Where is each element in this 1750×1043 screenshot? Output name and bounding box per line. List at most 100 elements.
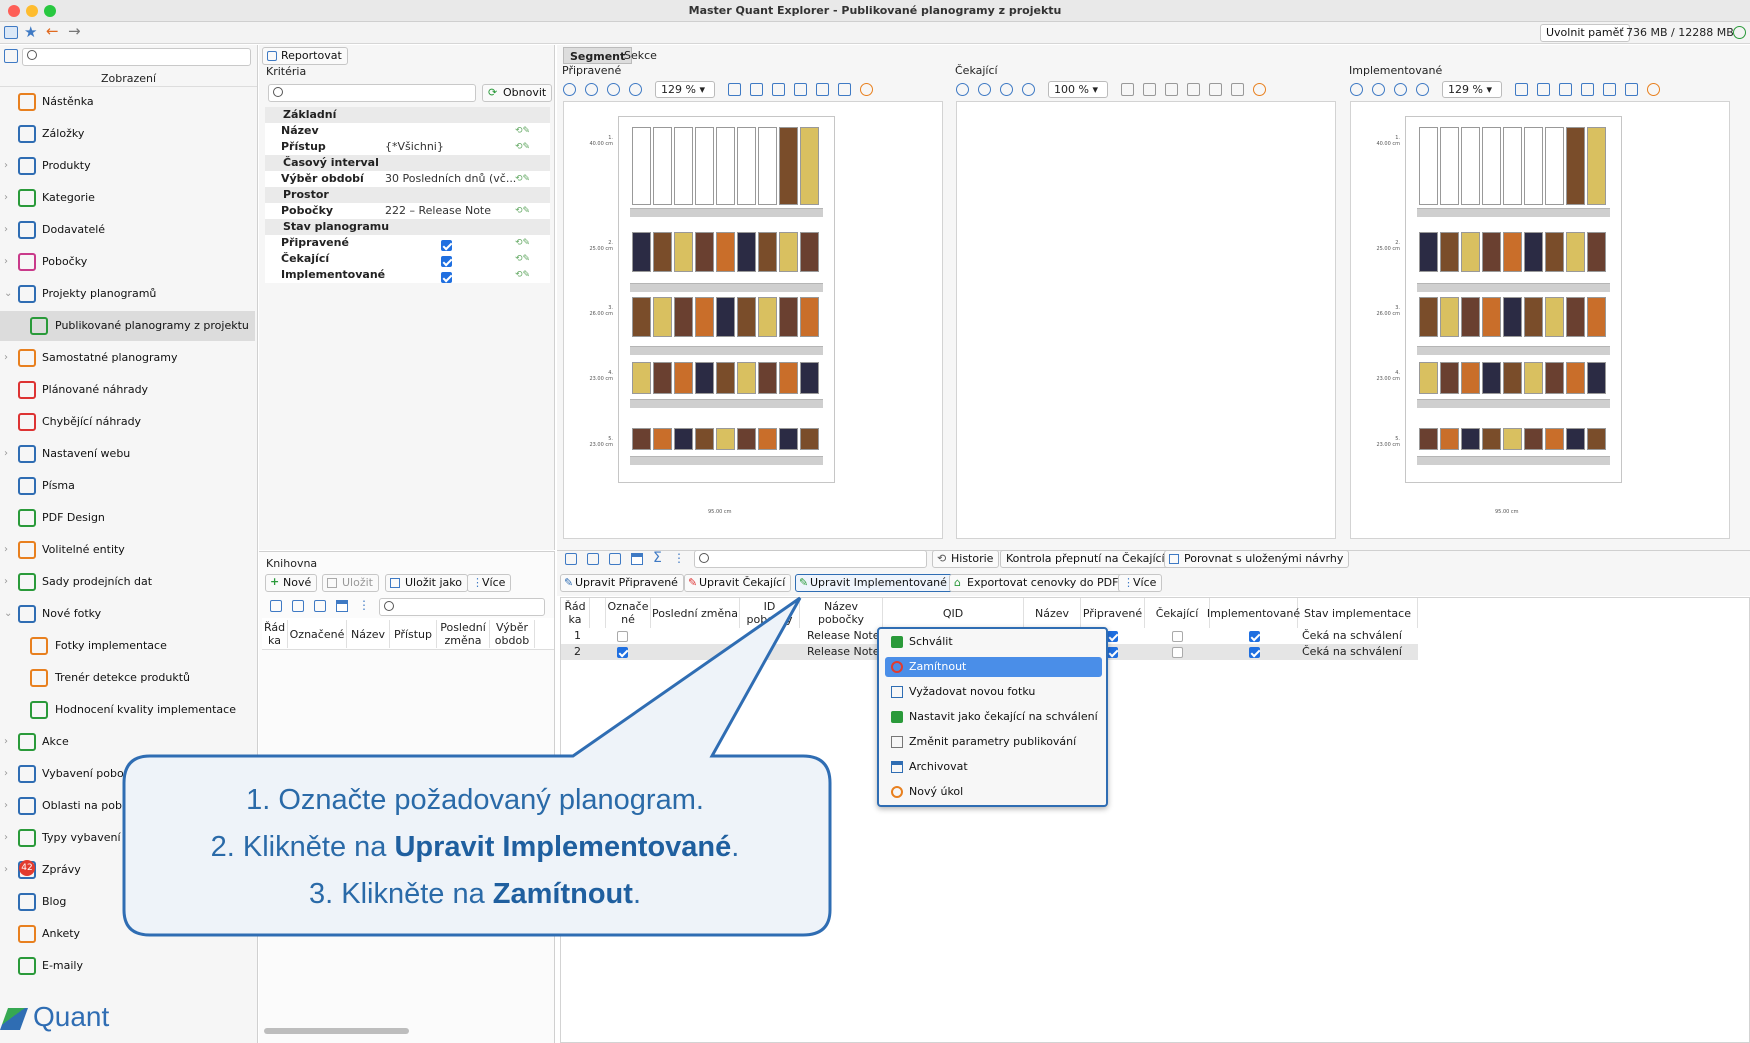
reset-icon[interactable]: ⟲✎ xyxy=(515,267,530,283)
row-implemented-checkbox[interactable] xyxy=(1249,647,1260,658)
row-prepared-checkbox[interactable] xyxy=(1107,647,1118,658)
sidebar-toggle-icon[interactable] xyxy=(4,26,18,39)
chevron-right-icon[interactable]: › xyxy=(4,759,8,789)
sidebar-item-missing[interactable]: Chybějící náhrady xyxy=(0,407,255,437)
table-column-header[interactable]: QID xyxy=(883,598,1024,628)
sum-icon[interactable]: Σ xyxy=(653,550,662,566)
print-icon[interactable] xyxy=(1603,83,1616,96)
chevron-right-icon[interactable]: › xyxy=(4,791,8,821)
sidebar-item-planned[interactable]: Plánované náhrady xyxy=(0,375,255,405)
inspect-icon[interactable] xyxy=(1121,83,1134,96)
fit-page-icon[interactable] xyxy=(629,83,642,96)
chevron-right-icon[interactable]: › xyxy=(4,535,8,565)
zoom-in-icon[interactable] xyxy=(563,83,576,96)
criteria-row-access[interactable]: Přístup {*Všichni} ⟲✎ xyxy=(265,139,550,155)
more-vert-icon[interactable]: ⋮ xyxy=(673,551,685,565)
sidebar-item-font[interactable]: Písma xyxy=(0,471,255,501)
menu-item-approve[interactable]: Schválit xyxy=(885,632,1102,652)
duplicate-icon[interactable] xyxy=(609,553,621,565)
product-icon[interactable] xyxy=(772,83,785,96)
table-column-header[interactable]: Název xyxy=(1024,598,1081,628)
zoom-select[interactable]: 100 % ▾ xyxy=(1048,81,1108,98)
free-memory-button[interactable]: Uvolnit paměť xyxy=(1540,24,1630,42)
reset-icon[interactable]: ⟲✎ xyxy=(515,123,530,139)
row-waiting-checkbox[interactable] xyxy=(1172,631,1183,642)
label-icon[interactable] xyxy=(1231,83,1244,96)
chevron-down-icon[interactable]: ⌄ xyxy=(4,599,12,629)
sidebar-search-input[interactable] xyxy=(22,48,251,66)
sidebar-item-bookmark[interactable]: Záložky xyxy=(0,119,255,149)
maximize-window-button[interactable] xyxy=(44,5,56,17)
group-space[interactable]: Prostor xyxy=(265,187,550,203)
sidebar-item-entity[interactable]: › Volitelné entity xyxy=(0,535,255,565)
group-time[interactable]: Časový interval xyxy=(265,155,550,171)
barcode-icon[interactable] xyxy=(794,83,807,96)
menu-item-new-task[interactable]: Nový úkol xyxy=(885,782,1102,802)
zoom-out-icon[interactable] xyxy=(585,83,598,96)
chevron-right-icon[interactable]: › xyxy=(4,215,8,245)
group-basic[interactable]: Základní xyxy=(265,107,550,123)
chevron-right-icon[interactable]: › xyxy=(4,247,8,277)
forward-arrow-icon[interactable]: → xyxy=(68,22,81,40)
menu-item-reject[interactable]: Zamítnout xyxy=(885,657,1102,677)
select-all-icon[interactable] xyxy=(565,553,577,565)
fit-page-icon[interactable] xyxy=(1022,83,1035,96)
filter-icon[interactable] xyxy=(4,49,18,63)
history-button[interactable]: ⟲ Historie xyxy=(932,550,1000,568)
fit-page-icon[interactable] xyxy=(1416,83,1429,96)
sidebar-item-project[interactable]: ⌄ Projekty planogramů xyxy=(0,279,255,309)
criteria-row-period[interactable]: Výběr období 30 Posledních dnů (vč... ⟲✎ xyxy=(265,171,550,187)
row-prepared-checkbox[interactable] xyxy=(1107,631,1118,642)
zoom-in-icon[interactable] xyxy=(956,83,969,96)
prepared-checkbox[interactable] xyxy=(441,239,452,251)
product-icon[interactable] xyxy=(1165,83,1178,96)
minimize-window-button[interactable] xyxy=(26,5,38,17)
table-column-header[interactable]: Připravené xyxy=(1081,598,1145,628)
check-switch-button[interactable]: Kontrola přepnutí na Čekající xyxy=(1000,550,1171,568)
reset-icon[interactable]: ⟲✎ xyxy=(515,171,530,187)
menu-item-request-photo[interactable]: Vyžadovat novou fotku xyxy=(885,682,1102,702)
reset-icon[interactable]: ⟲✎ xyxy=(515,235,530,251)
chevron-right-icon[interactable]: › xyxy=(4,343,8,373)
menu-item-change-params[interactable]: Změnit parametry publikování xyxy=(885,732,1102,752)
zoom-out-icon[interactable] xyxy=(978,83,991,96)
product-icon[interactable] xyxy=(1559,83,1572,96)
zoom-select[interactable]: 129 % ▾ xyxy=(655,81,715,98)
table-column-header[interactable]: Čekající xyxy=(1145,598,1210,628)
inspect-icon[interactable] xyxy=(728,83,741,96)
criteria-row-branches[interactable]: Pobočky 222 – Release Note ⟲✎ xyxy=(265,203,550,219)
tag-icon[interactable] xyxy=(1537,83,1550,96)
sidebar-item-product[interactable]: › Produkty xyxy=(0,151,255,181)
sidebar-item-supplier[interactable]: › Dodavatelé xyxy=(0,215,255,245)
chevron-right-icon[interactable]: › xyxy=(4,567,8,597)
tab-sekce[interactable]: Sekce xyxy=(620,47,661,64)
sidebar-item-pdf[interactable]: PDF Design xyxy=(0,503,255,533)
sidebar-item-dashboard[interactable]: Nástěnka xyxy=(0,87,255,117)
inspect-icon[interactable] xyxy=(1515,83,1528,96)
chevron-right-icon[interactable]: › xyxy=(4,183,8,213)
zoom-fit-icon[interactable] xyxy=(607,83,620,96)
task-icon[interactable] xyxy=(860,83,873,96)
zoom-select[interactable]: 129 % ▾ xyxy=(1442,81,1502,98)
grid-more-button[interactable]: ⋮ Více xyxy=(1118,574,1163,592)
chevron-right-icon[interactable]: › xyxy=(4,823,8,853)
print-icon[interactable] xyxy=(1209,83,1222,96)
chevron-down-icon[interactable]: ⌄ xyxy=(4,279,12,309)
barcode-icon[interactable] xyxy=(1581,83,1594,96)
compare-button[interactable]: Porovnat s uloženými návrhy xyxy=(1164,550,1350,568)
sidebar-item-web[interactable]: › Nastavení webu xyxy=(0,439,255,469)
zoom-out-icon[interactable] xyxy=(1372,83,1385,96)
sidebar-item-published[interactable]: Publikované planogramy z projektu xyxy=(0,311,255,341)
criteria-row-implemented[interactable]: Implementované ⟲✎ xyxy=(265,267,550,283)
label-icon[interactable] xyxy=(1625,83,1638,96)
planogram-canvas[interactable] xyxy=(956,101,1336,539)
group-state[interactable]: Stav planogramu xyxy=(265,219,550,235)
table-settings-icon[interactable] xyxy=(631,553,643,565)
tag-icon[interactable] xyxy=(750,83,763,96)
chevron-right-icon[interactable]: › xyxy=(4,727,8,757)
barcode-icon[interactable] xyxy=(1187,83,1200,96)
menu-item-set-waiting[interactable]: Nastavit jako čekající na schválení xyxy=(885,707,1102,727)
zoom-in-icon[interactable] xyxy=(1350,83,1363,96)
print-icon[interactable] xyxy=(816,83,829,96)
library-scrollbar[interactable] xyxy=(264,1028,409,1034)
